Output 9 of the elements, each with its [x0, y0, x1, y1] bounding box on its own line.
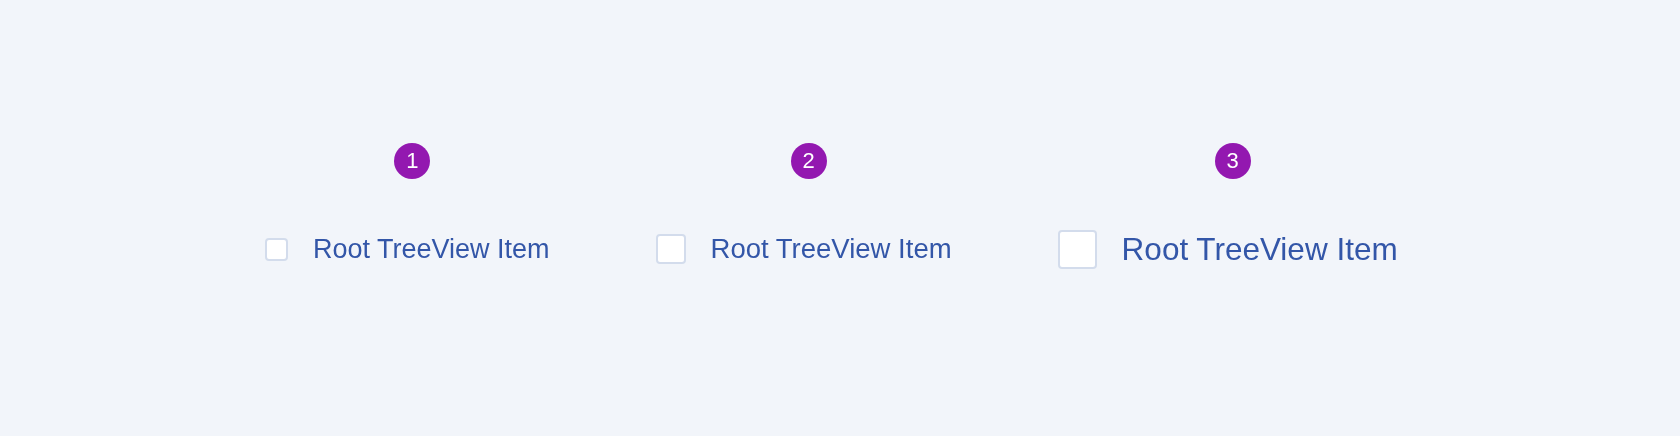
checkbox[interactable] [1057, 229, 1097, 269]
number-badge: 1 [394, 143, 431, 179]
tree-item-label[interactable]: Root TreeView Item [313, 233, 550, 265]
checkbox[interactable] [655, 234, 686, 264]
number-badge: 2 [790, 143, 827, 179]
tree-item-label[interactable]: Root TreeView Item [1121, 230, 1398, 268]
tree-item-label[interactable]: Root TreeView Item [710, 233, 952, 265]
checkbox[interactable] [265, 237, 288, 261]
number-badge: 3 [1214, 143, 1251, 179]
